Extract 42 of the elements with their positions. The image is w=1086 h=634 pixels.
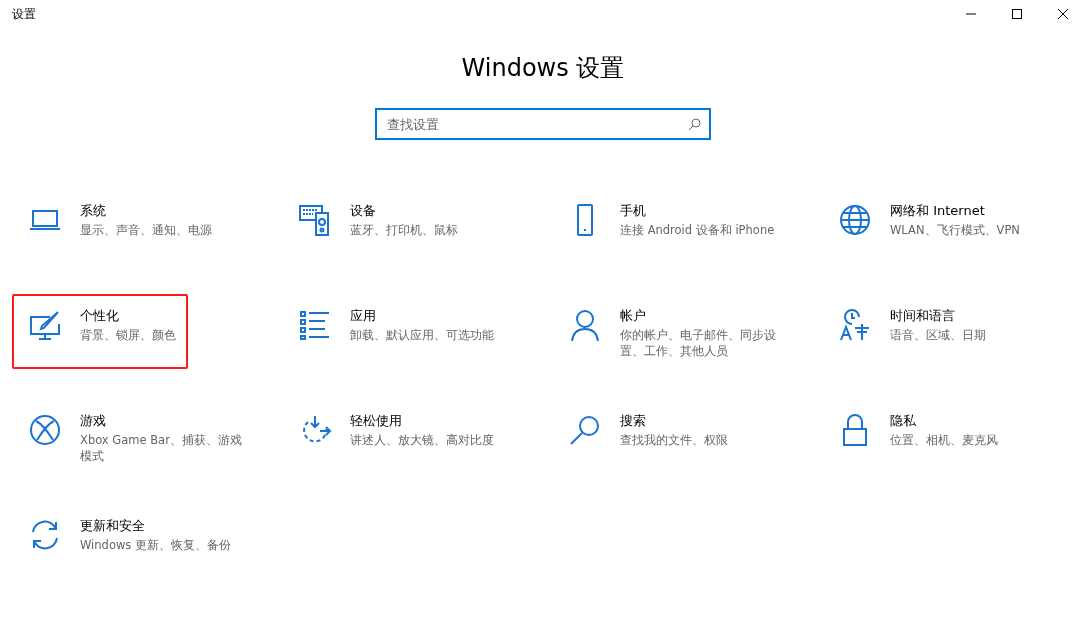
settings-tile[interactable]: 时间和语言 语音、区域、日期 bbox=[822, 294, 998, 369]
settings-tile[interactable]: 游戏 Xbox Game Bar、捕获、游戏模式 bbox=[12, 399, 257, 474]
settings-tile[interactable]: 隐私 位置、相机、麦克风 bbox=[822, 399, 1010, 474]
settings-tile[interactable]: 搜索 查找我的文件、权限 bbox=[552, 399, 740, 474]
tile-title: 系统 bbox=[80, 202, 107, 220]
tile-description: Xbox Game Bar、捕获、游戏模式 bbox=[80, 432, 243, 464]
tile-title: 轻松使用 bbox=[350, 412, 403, 430]
tile-description: 背景、锁屏、颜色 bbox=[80, 327, 176, 343]
tile-description: WLAN、飞行模式、VPN bbox=[890, 222, 1020, 238]
tile-title: 设备 bbox=[350, 202, 377, 220]
settings-tile[interactable]: 应用 卸载、默认应用、可选功能 bbox=[282, 294, 506, 369]
tile-title: 个性化 bbox=[80, 307, 120, 325]
tile-title: 游戏 bbox=[80, 412, 107, 430]
window-title: 设置 bbox=[12, 5, 36, 23]
settings-tile[interactable]: 设备 蓝牙、打印机、鼠标 bbox=[282, 189, 470, 264]
tile-title: 手机 bbox=[620, 202, 647, 220]
tile-description: 蓝牙、打印机、鼠标 bbox=[350, 222, 458, 238]
tile-description: 查找我的文件、权限 bbox=[620, 432, 728, 448]
tile-description: 语音、区域、日期 bbox=[890, 327, 986, 343]
highlighted-settings-tile[interactable]: 个性化 背景、锁屏、颜色 bbox=[12, 294, 188, 369]
settings-tile[interactable]: 系统 显示、声音、通知、电源 bbox=[12, 189, 224, 264]
search-field[interactable]: 查找设置 bbox=[375, 108, 711, 140]
tile-description: 连接 Android 设备和 iPhone bbox=[620, 222, 775, 238]
tile-description: 你的帐户、电子邮件、同步设置、工作、其他人员 bbox=[620, 327, 777, 359]
tile-title: 搜索 bbox=[620, 412, 647, 430]
settings-tile[interactable]: 帐户 你的帐户、电子邮件、同步设置、工作、其他人员 bbox=[552, 294, 797, 369]
page-heading: Windows 设置 bbox=[461, 53, 625, 84]
tile-description: 位置、相机、麦克风 bbox=[890, 432, 998, 448]
tile-title: 时间和语言 bbox=[890, 307, 956, 325]
tile-description: 卸载、默认应用、可选功能 bbox=[350, 327, 494, 343]
tile-title: 网络和 Internet bbox=[890, 202, 986, 220]
tile-title: 帐户 bbox=[620, 307, 647, 325]
tile-description: Windows 更新、恢复、备份 bbox=[80, 537, 231, 553]
settings-tile[interactable]: 网络和 Internet WLAN、飞行模式、VPN bbox=[822, 189, 1032, 264]
settings-tile[interactable]: 轻松使用 讲述人、放大镜、高对比度 bbox=[282, 399, 506, 474]
settings-tile[interactable]: 更新和安全 Windows 更新、恢复、备份 bbox=[12, 504, 243, 579]
tile-title: 应用 bbox=[350, 307, 377, 325]
tile-description: 显示、声音、通知、电源 bbox=[80, 222, 212, 238]
tile-description: 讲述人、放大镜、高对比度 bbox=[350, 432, 494, 448]
settings-tile[interactable]: 手机 连接 Android 设备和 iPhone bbox=[552, 189, 787, 264]
tile-title: 隐私 bbox=[890, 412, 917, 430]
tile-title: 更新和安全 bbox=[80, 517, 146, 535]
